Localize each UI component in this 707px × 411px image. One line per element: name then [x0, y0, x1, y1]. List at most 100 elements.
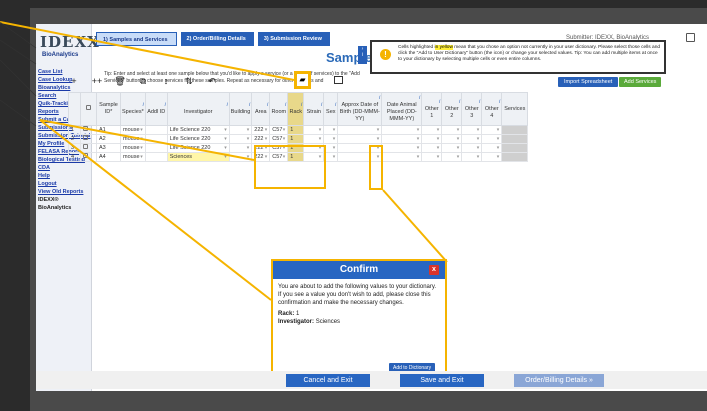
- row-number[interactable]: 1: [68, 125, 81, 135]
- services-cell[interactable]: [501, 125, 529, 135]
- chevron-down-icon[interactable]: ▾: [457, 127, 460, 134]
- chevron-down-icon[interactable]: ▾: [497, 145, 500, 152]
- other1-cell[interactable]: ▾: [421, 134, 443, 144]
- chevron-down-icon[interactable]: ▾: [265, 127, 268, 134]
- chevron-down-icon[interactable]: ▾: [497, 127, 500, 134]
- row-number[interactable]: 4: [68, 152, 81, 162]
- column-header[interactable]: i Strain: [303, 92, 325, 126]
- save-icon[interactable]: [686, 33, 695, 42]
- date-placed-cell[interactable]: ▾: [381, 134, 423, 144]
- undo-icon[interactable]: ↶: [206, 76, 218, 87]
- column-info-icon[interactable]: i: [289, 102, 302, 109]
- chevron-down-icon[interactable]: ▾: [477, 136, 480, 143]
- sample-id-cell[interactable]: A1: [96, 125, 121, 135]
- column-header[interactable]: i Addl ID: [144, 92, 168, 126]
- column-header[interactable]: i Investigator: [166, 92, 230, 126]
- chevron-down-icon[interactable]: ▾: [377, 127, 380, 134]
- row-select-cell[interactable]: [80, 125, 97, 135]
- area-cell[interactable]: 222 ▾: [251, 125, 271, 135]
- other2-cell[interactable]: ▾: [441, 125, 463, 135]
- chevron-down-icon[interactable]: ▾: [224, 145, 227, 152]
- step-samples-services[interactable]: 1) Samples and Services: [96, 32, 177, 46]
- sample-id-cell[interactable]: A3: [96, 143, 121, 153]
- row-checkbox[interactable]: [83, 126, 88, 131]
- building-cell[interactable]: ▾: [228, 143, 253, 153]
- building-cell[interactable]: ▾: [228, 134, 253, 144]
- chevron-down-icon[interactable]: ▾: [319, 136, 322, 143]
- row-checkbox[interactable]: [83, 135, 88, 140]
- add-multiple-rows-icon[interactable]: ++: [91, 76, 103, 86]
- column-info-icon[interactable]: i: [147, 102, 166, 109]
- close-icon[interactable]: x: [429, 265, 439, 275]
- column-header[interactable]: i Date Animal Placed (DD-MMM-YY): [381, 92, 423, 126]
- column-header[interactable]: i Rack: [287, 92, 305, 126]
- chevron-down-icon[interactable]: ▾: [497, 154, 500, 161]
- column-info-icon[interactable]: i: [253, 102, 268, 109]
- chevron-down-icon[interactable]: ▾: [333, 136, 336, 143]
- delete-icon[interactable]: 🗑: [114, 76, 126, 87]
- row-checkbox[interactable]: [83, 144, 88, 149]
- addl-id-cell[interactable]: [144, 134, 168, 144]
- chevron-down-icon[interactable]: ▾: [247, 136, 250, 143]
- area-cell[interactable]: 222 ▾: [251, 134, 271, 144]
- column-info-icon[interactable]: i: [325, 102, 336, 109]
- chevron-down-icon[interactable]: ▾: [247, 145, 250, 152]
- dob-cell[interactable]: ▾: [337, 134, 383, 144]
- other2-cell[interactable]: ▾: [441, 143, 463, 153]
- chevron-down-icon[interactable]: ▾: [377, 136, 380, 143]
- building-cell[interactable]: ▾: [228, 125, 253, 135]
- column-info-icon[interactable]: i: [169, 102, 228, 109]
- row-select-cell[interactable]: [80, 143, 97, 153]
- chevron-down-icon[interactable]: ▾: [224, 154, 227, 161]
- chevron-down-icon[interactable]: ▾: [477, 145, 480, 152]
- chevron-down-icon[interactable]: ▾: [333, 127, 336, 134]
- chevron-down-icon[interactable]: ▾: [333, 145, 336, 152]
- date-placed-cell[interactable]: ▾: [381, 143, 423, 153]
- investigator-cell[interactable]: Life Science 220 ▾: [166, 134, 230, 144]
- chevron-down-icon[interactable]: ▾: [224, 127, 227, 134]
- room-cell[interactable]: C57 ▾: [269, 125, 289, 135]
- cancel-exit-button[interactable]: Cancel and Exit: [286, 374, 370, 387]
- chevron-down-icon[interactable]: ▾: [437, 154, 440, 161]
- column-info-icon[interactable]: i: [271, 102, 286, 109]
- add-services-button[interactable]: Add Services: [619, 77, 662, 87]
- sample-id-cell[interactable]: A2: [96, 134, 121, 144]
- sort-icon[interactable]: ⇅: [183, 76, 195, 87]
- chevron-down-icon[interactable]: ▾: [417, 154, 420, 161]
- add-row-icon[interactable]: +: [68, 76, 80, 86]
- other4-cell[interactable]: ▾: [481, 134, 503, 144]
- chevron-down-icon[interactable]: ▾: [247, 154, 250, 161]
- addl-id-cell[interactable]: [144, 125, 168, 135]
- column-info-icon[interactable]: i: [443, 99, 460, 106]
- addl-id-cell[interactable]: [144, 143, 168, 153]
- other2-cell[interactable]: ▾: [441, 152, 463, 162]
- row-number[interactable]: 2: [68, 134, 81, 144]
- chevron-down-icon[interactable]: ▾: [477, 127, 480, 134]
- column-resize-icon[interactable]: ↕: [160, 76, 172, 86]
- other1-cell[interactable]: ▾: [421, 152, 443, 162]
- order-billing-next-button[interactable]: Order/Billing Details »: [514, 374, 604, 387]
- rack-cell[interactable]: 1: [287, 125, 305, 135]
- column-header[interactable]: i Species*: [120, 92, 146, 126]
- column-header[interactable]: i Other 2: [441, 92, 463, 126]
- chevron-down-icon[interactable]: ▾: [283, 136, 286, 143]
- column-header[interactable]: [80, 92, 97, 126]
- other3-cell[interactable]: ▾: [461, 143, 483, 153]
- species-cell[interactable]: mouse ▾: [120, 143, 146, 153]
- column-header[interactable]: i Other 4: [481, 92, 503, 126]
- other4-cell[interactable]: ▾: [481, 152, 503, 162]
- row-select-cell[interactable]: [80, 134, 97, 144]
- step-submission-review[interactable]: 3) Submission Review: [257, 32, 330, 46]
- chevron-down-icon[interactable]: ▾: [224, 136, 227, 143]
- table-row[interactable]: 2 A2 mouse ▾ Life Science 220 ▾ ▾ 222 ▾ C57 ▾ 1 ▾ ▾ ▾ ▾…: [68, 134, 529, 144]
- sidebar-item[interactable]: View Old Reports: [36, 188, 92, 196]
- chevron-down-icon[interactable]: ▾: [265, 136, 268, 143]
- row-select-cell[interactable]: [80, 152, 97, 162]
- select-all-checkbox[interactable]: [86, 105, 91, 110]
- species-cell[interactable]: mouse ▾: [120, 134, 146, 144]
- chevron-down-icon[interactable]: ▾: [247, 127, 250, 134]
- save-exit-button[interactable]: Save and Exit: [400, 374, 484, 387]
- other3-cell[interactable]: ▾: [461, 134, 483, 144]
- chevron-down-icon[interactable]: ▾: [283, 127, 286, 134]
- chevron-down-icon[interactable]: ▾: [140, 145, 143, 152]
